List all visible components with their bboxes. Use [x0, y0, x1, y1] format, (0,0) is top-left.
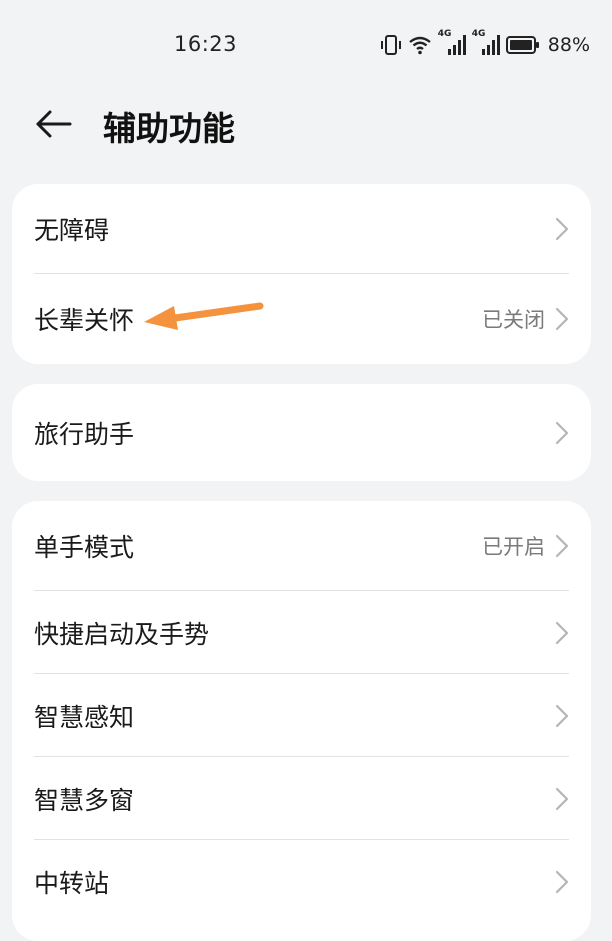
item-label: 无障碍 [34, 216, 110, 245]
item-status: 已关闭 [482, 308, 545, 332]
list-item-travel-assistant[interactable]: 旅行助手 [12, 384, 591, 481]
settings-group-1: 无障碍 长辈关怀 已关闭 [12, 184, 591, 364]
battery-icon [505, 36, 539, 54]
battery-percent: 88% [547, 34, 590, 56]
item-label: 长辈关怀 [34, 306, 135, 335]
cellular-signal-2-icon: 4G [472, 29, 500, 57]
chevron-right-icon [555, 787, 569, 810]
arrow-left-icon [36, 110, 72, 138]
chevron-right-icon [555, 870, 569, 893]
item-status: 已开启 [482, 535, 545, 559]
item-label: 中转站 [34, 868, 110, 898]
chevron-right-icon [555, 704, 569, 727]
status-icons: 4G 4G 88% [380, 29, 590, 58]
vibrate-icon [380, 35, 401, 55]
list-item-elder-care[interactable]: 长辈关怀 已关闭 [12, 274, 591, 364]
status-time: 16:23 [174, 32, 238, 56]
item-label: 旅行助手 [34, 419, 135, 449]
item-label: 单手模式 [34, 533, 135, 562]
chevron-right-icon [555, 307, 569, 331]
chevron-right-icon [555, 217, 569, 241]
back-button[interactable] [30, 104, 76, 144]
chevron-right-icon [555, 621, 569, 644]
list-item-shortcuts-gestures[interactable]: 快捷启动及手势 [12, 591, 591, 674]
chevron-right-icon [555, 534, 569, 558]
list-item-smart-multi-window[interactable]: 智慧多窗 [12, 757, 591, 840]
list-item-one-handed-mode[interactable]: 单手模式 已开启 [12, 501, 591, 591]
page-header: 辅助功能 [0, 92, 612, 156]
chevron-right-icon [555, 421, 569, 444]
list-item-transfer-station[interactable]: 中转站 [12, 840, 591, 923]
settings-group-2: 旅行助手 [12, 384, 591, 481]
settings-group-3: 单手模式 已开启 快捷启动及手势 智慧感知 智慧多窗 中转站 [12, 501, 591, 941]
status-bar: 16:23 4G 4G 88% [0, 0, 612, 90]
list-item-smart-perception[interactable]: 智慧感知 [12, 674, 591, 757]
item-label: 快捷启动及手势 [34, 619, 210, 649]
item-label: 智慧多窗 [34, 785, 135, 815]
page-title: 辅助功能 [103, 109, 235, 148]
wifi-icon [409, 36, 431, 55]
cellular-signal-1-icon: 4G [438, 29, 466, 57]
list-item-accessibility[interactable]: 无障碍 [12, 184, 591, 274]
item-label: 智慧感知 [34, 702, 135, 732]
